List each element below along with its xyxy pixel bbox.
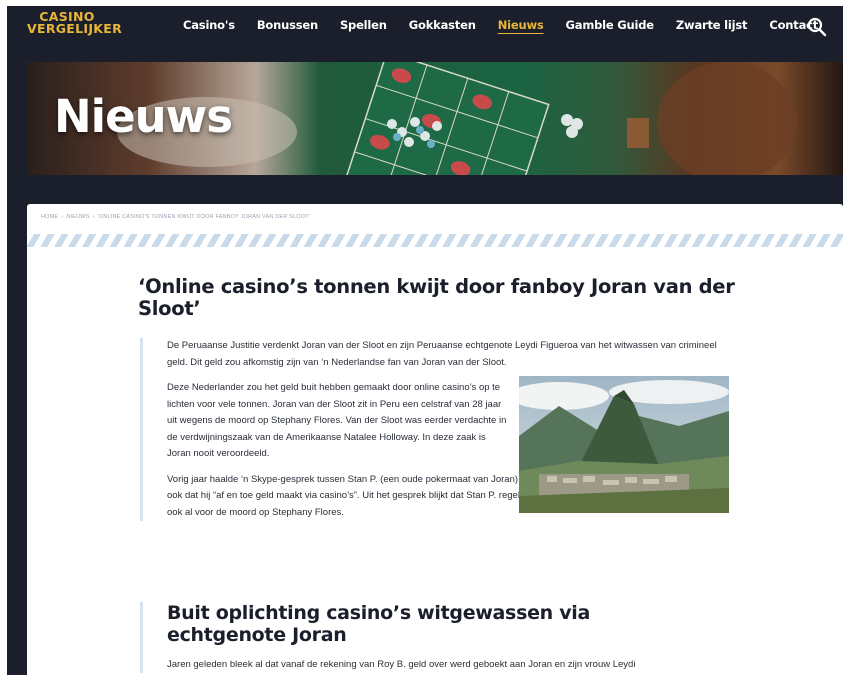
- article-section: Buit oplichting casino’s witgewassen via…: [140, 602, 740, 673]
- nav-nieuws[interactable]: Nieuws: [498, 18, 544, 32]
- breadcrumb: HOME › NIEUWS › 'ONLINE CASINO'S TONNEN KWIJ…: [41, 214, 313, 220]
- hero-banner: Nieuws: [27, 62, 843, 175]
- article-paragraph: Jaren geleden bleek al dat vanaf de reke…: [167, 659, 636, 670]
- site-logo[interactable]: CASINO VERGELIJKER: [27, 10, 123, 36]
- breadcrumb-nieuws[interactable]: NIEUWS: [66, 214, 89, 220]
- page-frame: CASINO VERGELIJKER Casino's Bonussen Spe…: [7, 6, 843, 675]
- main-nav: Casino's Bonussen Spellen Gokkasten Nieu…: [183, 18, 840, 32]
- machu-picchu-image: [519, 376, 729, 513]
- article-title: ‘Online casino’s tonnen kwijt door fanbo…: [138, 275, 735, 320]
- article-body: De Peruaanse Justitie verdenkt Joran van…: [140, 338, 740, 521]
- breadcrumb-separator: ›: [61, 214, 64, 220]
- nav-spellen[interactable]: Spellen: [340, 18, 387, 32]
- nav-zwarte-lijst[interactable]: Zwarte lijst: [676, 18, 748, 32]
- nav-gamble-guide[interactable]: Gamble Guide: [566, 18, 655, 32]
- decorative-stripe-divider: [27, 234, 843, 247]
- site-header: CASINO VERGELIJKER Casino's Bonussen Spe…: [7, 6, 843, 48]
- section-heading: Buit oplichting casino’s witgewassen via…: [167, 602, 591, 646]
- hero-title: Nieuws: [54, 90, 233, 143]
- nav-casinos[interactable]: Casino's: [183, 18, 235, 32]
- logo-line-2: VERGELIJKER: [27, 21, 123, 36]
- article-paragraph: De Peruaanse Justitie verdenkt Joran van…: [167, 340, 717, 368]
- nav-gokkasten[interactable]: Gokkasten: [409, 18, 476, 32]
- breadcrumb-home[interactable]: HOME: [41, 214, 58, 220]
- article-paragraph: Deze Nederlander zou het geld buit hebbe…: [167, 382, 507, 459]
- breadcrumb-separator: ›: [92, 214, 95, 220]
- search-icon[interactable]: [807, 17, 827, 37]
- breadcrumb-current: 'ONLINE CASINO'S TONNEN KWIJT DOOR FANBO…: [97, 214, 311, 220]
- nav-bonussen[interactable]: Bonussen: [257, 18, 318, 32]
- content-card: HOME › NIEUWS › 'ONLINE CASINO'S TONNEN KWIJ…: [27, 204, 843, 675]
